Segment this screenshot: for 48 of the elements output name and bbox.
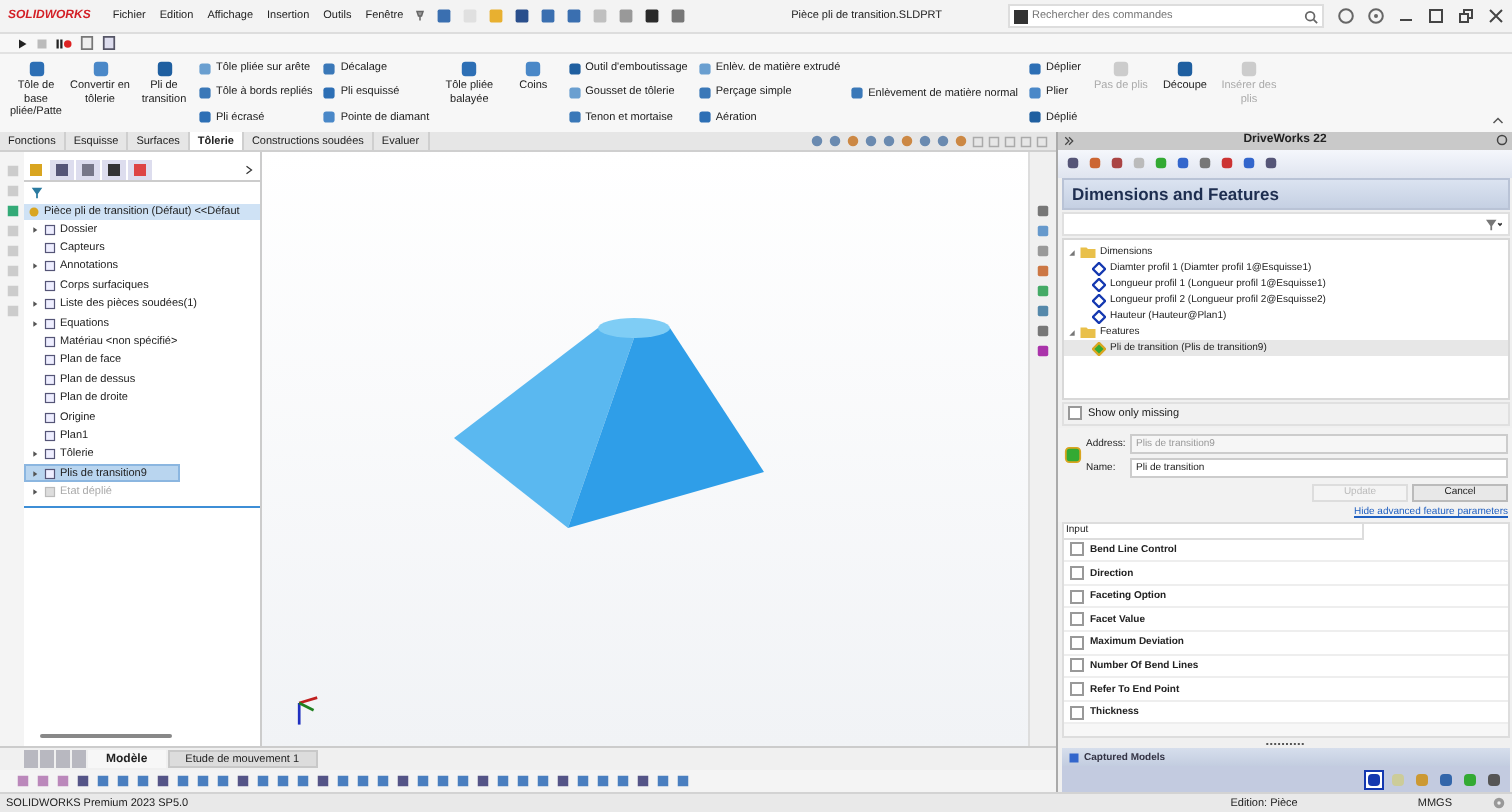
tool-icon (1175, 60, 1194, 78)
record-icon[interactable] (56, 37, 72, 49)
tool-icon (1239, 60, 1258, 78)
tool-icon (460, 60, 479, 78)
collapse-icon[interactable] (1492, 114, 1504, 126)
checkbox[interactable] (1070, 658, 1084, 673)
scrollbar[interactable] (40, 734, 172, 738)
checkbox[interactable] (1068, 406, 1082, 421)
section-heading: Dimensions and Features (1062, 177, 1510, 211)
panel-tab-icon[interactable] (50, 160, 74, 180)
tool-icon (850, 86, 865, 100)
restore-icon[interactable] (1458, 8, 1474, 24)
tool-icon (1111, 60, 1130, 78)
tool-icon (155, 60, 173, 78)
checkbox[interactable] (1070, 566, 1084, 581)
expand-arrow-icon[interactable] (32, 223, 40, 236)
tool-icon (27, 60, 45, 78)
checkbox[interactable] (1070, 682, 1084, 697)
search-icon[interactable] (1304, 9, 1318, 23)
checkbox[interactable] (1070, 705, 1084, 720)
maximize-icon[interactable] (1428, 8, 1444, 24)
expand-arrow-icon[interactable] (32, 260, 40, 273)
checkbox[interactable] (1070, 589, 1084, 604)
part-icon (28, 206, 40, 218)
expand-arrow-icon[interactable] (1068, 247, 1076, 258)
models-icon (1068, 751, 1080, 764)
feature-icon (1064, 446, 1082, 465)
filter-icon[interactable] (30, 186, 44, 200)
close-icon[interactable] (1488, 8, 1504, 24)
double-chevron-icon[interactable] (1064, 135, 1074, 146)
user-icon[interactable] (1338, 8, 1354, 24)
settings-icon[interactable] (1492, 796, 1506, 810)
help-icon[interactable] (1368, 8, 1384, 24)
tool-icon (524, 60, 543, 78)
checkbox[interactable] (1070, 542, 1084, 557)
chevron-right-icon[interactable] (244, 164, 254, 176)
checkbox[interactable] (1070, 635, 1084, 650)
checkbox[interactable] (1070, 612, 1084, 627)
command-icon (1014, 9, 1028, 23)
filter-icon[interactable] (1484, 217, 1502, 232)
macro-icon[interactable] (80, 36, 94, 50)
macro-edit-icon[interactable] (102, 36, 116, 50)
tool-icon (91, 60, 109, 78)
folder-icon (1080, 246, 1096, 259)
splitter-handle[interactable] (1266, 742, 1306, 747)
panel-tab-icon[interactable] (102, 160, 126, 180)
expand-arrow-icon[interactable] (1068, 327, 1076, 338)
feature-icon (1092, 341, 1106, 356)
